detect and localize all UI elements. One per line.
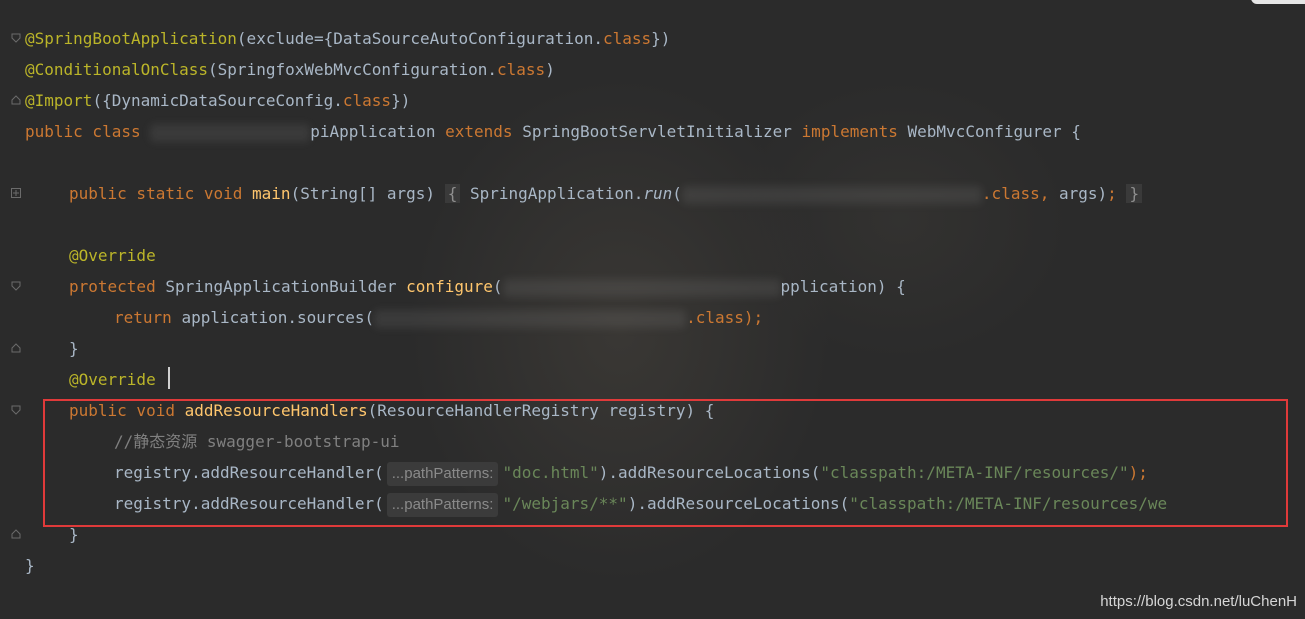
closing-brace: } [69,525,79,544]
code-line-12[interactable]: @Override [69,364,156,395]
redacted-class-name [150,123,311,142]
fold-marker-icon[interactable] [11,281,21,291]
code-editor[interactable]: @SpringBootApplication(exclude={DataSour… [0,0,1305,619]
parent-class: SpringBootServletInitializer [522,122,792,141]
interface-name: WebMvcConfigurer { [907,122,1081,141]
keyword: class [497,60,546,79]
code-line-2[interactable]: @ConditionalOnClass(SpringfoxWebMvcConfi… [25,54,555,85]
annotation: @Import [25,91,93,110]
code-line-18[interactable]: } [25,550,35,581]
annotation: @ConditionalOnClass [25,60,209,79]
code-line-10[interactable]: return application.sources( .class); [114,302,763,333]
keyword: public class [25,122,141,141]
editor-gutter [0,0,24,619]
code-line-9[interactable]: protected SpringApplicationBuilder confi… [69,271,906,302]
method-name: run [643,184,673,203]
code-text: args) [1049,184,1108,203]
code-text: }) [651,29,671,48]
closing-brace: } [69,339,79,358]
return-type: SpringApplicationBuilder [165,277,397,296]
fold-marker-icon[interactable] [11,33,21,43]
folded-brace[interactable]: { [444,184,461,203]
keyword: implements [801,122,898,141]
code-line-3[interactable]: @Import({DynamicDataSourceConfig.class}) [25,85,410,116]
fold-end-icon[interactable] [11,529,21,539]
keyword: .class [686,308,744,327]
semicolon: ; [1107,184,1117,203]
method-name: main [252,184,291,203]
code-line-11[interactable]: } [69,333,79,364]
keyword: extends [445,122,513,141]
code-text: }) [391,91,411,110]
fold-end-icon[interactable] [11,95,21,105]
keyword: return [114,308,172,327]
redacted-class-name [681,185,982,204]
code-text: pplication) { [780,277,906,296]
redacted-class-name [374,309,687,328]
code-text: (String[] args) [290,184,436,203]
code-text: (SpringfoxWebMvcConfiguration. [208,60,498,79]
window-corner [1251,0,1305,4]
code-line-1[interactable]: @SpringBootApplication(exclude={DataSour… [25,23,670,54]
method-name: configure [406,277,493,296]
code-line-8[interactable]: @Override [69,240,156,271]
code-line-4[interactable]: public class piApplication extends Sprin… [25,116,1081,147]
keyword: class [342,91,392,110]
closing-brace: } [25,556,35,575]
folded-brace[interactable]: } [1126,184,1143,203]
code-text: ( [672,184,682,203]
code-line-6[interactable]: public static void main(String[] args) {… [69,178,1143,209]
annotation: @SpringBootApplication [25,29,237,48]
code-text: ) [545,60,555,79]
fold-end-icon[interactable] [11,343,21,353]
code-text: ( [492,277,503,296]
annotation: @Override [69,370,156,389]
annotation: @Override [69,246,156,265]
watermark: https://blog.csdn.net/luChenH [1100,593,1297,610]
text-caret [168,367,170,389]
code-text: (exclude={DataSourceAutoConfiguration. [236,29,603,48]
code-text: ({DynamicDataSourceConfig. [92,91,343,110]
keyword: protected [69,277,156,296]
highlight-box [43,399,1288,527]
fold-marker-icon[interactable] [11,405,21,415]
redacted-parameter [502,278,781,297]
code-text: SpringApplication. [469,184,644,203]
code-text: application.sources( [181,308,375,327]
keyword: class [602,29,652,48]
fold-expand-icon[interactable] [11,188,21,198]
class-name: piApplication [310,122,436,141]
code-text: ); [743,308,764,327]
keyword: public static void [69,184,243,203]
keyword: .class, [981,184,1050,203]
